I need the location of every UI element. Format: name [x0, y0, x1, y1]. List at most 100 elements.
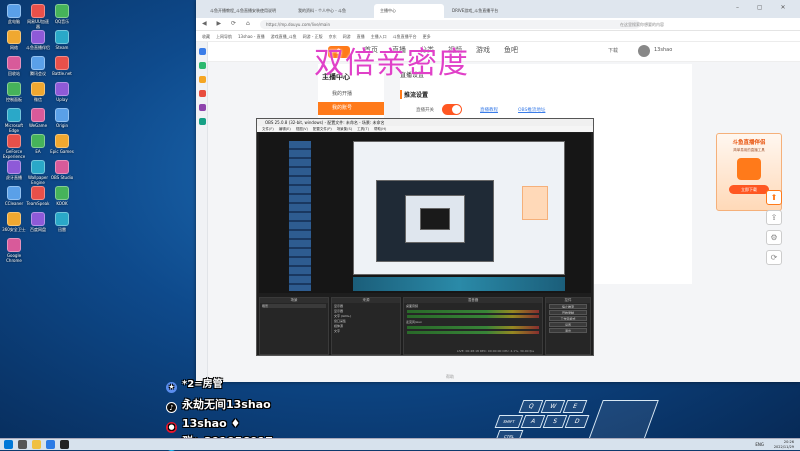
browser-tab[interactable]: 我的资料 - 个人中心 - 斗鱼 [292, 4, 372, 18]
desktop-icon[interactable]: 百度网盘 [26, 212, 50, 237]
app-icon [55, 30, 69, 44]
obs-menu-item[interactable]: 工具(T) [357, 127, 369, 131]
volume-meter[interactable] [407, 310, 539, 313]
sidebar-item-account[interactable]: 我的账号 [318, 102, 384, 115]
window-controls[interactable]: – ▢ ✕ [736, 4, 796, 14]
explorer-icon[interactable] [32, 440, 41, 449]
obs-control-button[interactable]: 停止推流 [549, 304, 587, 309]
tutorial-link[interactable]: 直播教程 [480, 107, 498, 113]
desktop-icon[interactable]: 网易UU加速器 [26, 4, 50, 29]
browser-icon[interactable] [46, 440, 55, 449]
obs-address-link[interactable]: OBS推流地址 [518, 107, 545, 113]
desktop-icon[interactable]: EA [26, 134, 50, 159]
footer-help[interactable]: 帮助 [446, 374, 454, 380]
desktop-icon[interactable]: Epic Games [50, 134, 74, 159]
obs-menu-item[interactable]: 编辑(E) [279, 127, 291, 131]
game-icon[interactable] [199, 104, 206, 111]
clock[interactable]: 20:26 2022/11/29 [774, 440, 794, 449]
volume-meter[interactable] [407, 326, 539, 329]
desktop-icon[interactable]: 斗鱼直播伴侣 [26, 30, 50, 55]
share-icon[interactable]: ⇪ [766, 210, 782, 225]
lang-indicator[interactable]: ENG [755, 442, 764, 447]
bookmark-item[interactable]: 收藏 [202, 31, 210, 42]
obs-menu-item[interactable]: 视图(V) [296, 127, 308, 131]
download-link[interactable]: 下载 [608, 47, 618, 54]
search-icon[interactable] [18, 440, 27, 449]
browser-tab-active[interactable]: 主播中心 [374, 4, 444, 18]
url-input[interactable]: https://mp.douyu.com/live/main [260, 20, 640, 29]
nested-capture-2 [376, 180, 494, 262]
volume-meter[interactable] [407, 331, 539, 334]
obs-menu-item[interactable]: 场景集(S) [337, 127, 352, 131]
apps-icon[interactable] [199, 62, 206, 69]
avatar[interactable] [638, 45, 650, 57]
desktop-icon[interactable]: Google Chrome [2, 238, 26, 263]
desktop-icon[interactable]: 微信 [26, 82, 50, 107]
desktop-icon[interactable]: Steam [50, 30, 74, 55]
start-icon[interactable] [4, 440, 13, 449]
refresh-icon[interactable]: ⟳ [766, 250, 782, 265]
desktop-icon[interactable]: 控制面板 [2, 82, 26, 107]
bookmark-item[interactable]: 上网导航 [216, 31, 232, 42]
history-icon[interactable] [199, 76, 206, 83]
sidebar-item-my-live[interactable]: 我的开播 [322, 88, 380, 100]
obs-menu-item[interactable]: 文件(F) [262, 127, 274, 131]
control-buttons: 停止推流 开始录制 工作室模式 设置 退出 [546, 304, 590, 333]
favorites-icon[interactable] [199, 48, 206, 55]
search-hint[interactable]: 在这里搜索你想要的内容 [620, 20, 664, 29]
nav-buttons[interactable]: ◀ ▶ ⟳ ⌂ [202, 20, 254, 27]
browser-tab[interactable]: DRIVE游戏_斗鱼直播平台 [446, 4, 516, 18]
volume-meter[interactable] [407, 315, 539, 318]
bookmark-item[interactable]: 13shao - 直播 [238, 31, 265, 42]
obs-preview[interactable] [259, 133, 591, 293]
obs-icon[interactable] [60, 440, 69, 449]
source-item[interactable]: 文字 (GDI+) [334, 314, 398, 318]
desktop-icon-label: Microsoft Edge [4, 123, 24, 133]
desktop-icon[interactable]: 腾讯会议 [26, 56, 50, 81]
upload-icon[interactable]: ⬆ [766, 190, 782, 205]
desktop-icon[interactable]: OBS Studio [50, 160, 74, 185]
desktop-icon[interactable]: 迅雷 [50, 212, 74, 237]
desktop-icon[interactable]: KOOK [50, 186, 74, 211]
desktop-icon[interactable]: GeForce Experience [2, 134, 26, 159]
source-item[interactable]: 媒体源 [334, 324, 398, 328]
bookmark-item[interactable]: 游戏直播_斗鱼 [271, 31, 297, 42]
obs-control-button[interactable]: 工作室模式 [549, 316, 587, 321]
video-icon[interactable] [199, 90, 206, 97]
source-item[interactable]: 文字 [334, 329, 398, 333]
nav-item[interactable]: 鱼吧 [504, 45, 518, 55]
scene-item[interactable]: 场景 [262, 304, 326, 308]
desktop-icon[interactable]: 回收站 [2, 56, 26, 81]
browser-tab[interactable]: 斗鱼开播教程_斗鱼直播安装使用说明 [204, 4, 290, 18]
desktop-icon[interactable]: Origin [50, 108, 74, 133]
desktop-icon[interactable]: 网络 [2, 30, 26, 55]
key-space-block [587, 400, 659, 443]
source-item[interactable]: 窗口采集 [334, 319, 398, 323]
desktop-icon[interactable]: Uplay [50, 82, 74, 107]
tools-icon[interactable] [199, 118, 206, 125]
source-item[interactable]: 显示器 [334, 304, 398, 308]
obs-control-button[interactable]: 退出 [549, 328, 587, 333]
desktop-icon[interactable]: TeamSpeak [26, 186, 50, 211]
username[interactable]: 13shao [654, 47, 672, 53]
desktop-icon[interactable]: CCleaner [2, 186, 26, 211]
obs-control-button[interactable]: 设置 [549, 322, 587, 327]
desktop-icon[interactable]: QQ音乐 [50, 4, 74, 29]
live-toggle[interactable] [442, 104, 462, 115]
desktop-icon[interactable]: 360安全卫士 [2, 212, 26, 237]
desktop-icon[interactable]: 虎牙直播 [2, 160, 26, 185]
dock-title: 场景 [260, 298, 328, 303]
desktop-icon[interactable]: Wallpaper Engine [26, 160, 50, 185]
obs-menu-item[interactable]: 配置文件(P) [313, 127, 332, 131]
gift-icon[interactable]: ⚙ [766, 230, 782, 245]
obs-menu-item[interactable]: 帮助(H) [374, 127, 386, 131]
desktop-icon[interactable]: WeGame [26, 108, 50, 133]
obs-control-button[interactable]: 开始录制 [549, 310, 587, 315]
ad-download-button[interactable]: 立即下载 [729, 185, 769, 194]
desktop-icon[interactable]: Battle.net [50, 56, 74, 81]
address-bar-row: ◀ ▶ ⟳ ⌂ https://mp.douyu.com/live/main 在… [196, 18, 800, 31]
nav-item[interactable]: 游戏 [476, 45, 490, 55]
desktop-icon[interactable]: Microsoft Edge [2, 108, 26, 133]
source-item[interactable]: 显示器 [334, 309, 398, 313]
desktop-icon[interactable]: 此电脑 [2, 4, 26, 29]
